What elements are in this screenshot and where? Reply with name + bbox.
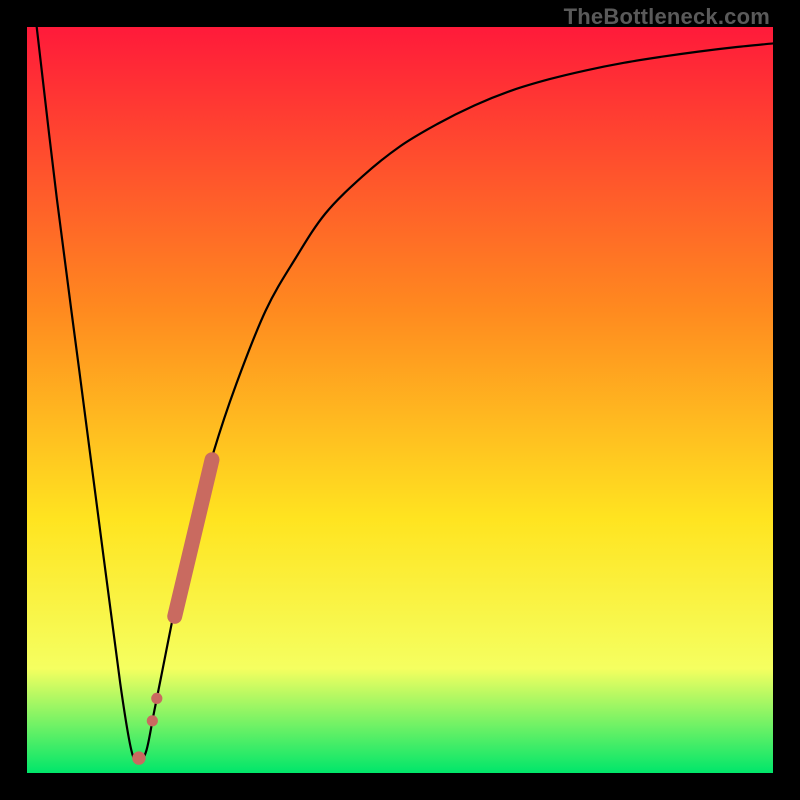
plot-area [27, 27, 773, 773]
outer-frame: TheBottleneck.com [0, 0, 800, 800]
chart-svg [27, 27, 773, 773]
data-marker [151, 693, 162, 704]
data-marker [132, 751, 145, 764]
data-marker [147, 715, 158, 726]
gradient-background [27, 27, 773, 773]
